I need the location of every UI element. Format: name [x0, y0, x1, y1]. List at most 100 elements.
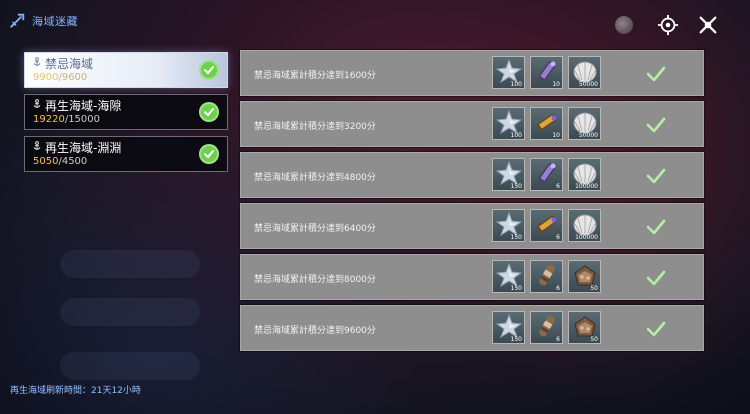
reward-row: 禁忌海域累計積分達到8000分 150 6 50: [240, 254, 704, 300]
item-quantity: 6: [556, 336, 560, 343]
item-quantity: 150: [510, 285, 522, 292]
reward-item[interactable]: 150: [492, 311, 525, 344]
item-quantity: 10: [552, 132, 560, 139]
item-quantity: 50: [590, 285, 598, 292]
gold-scroll-icon: [537, 113, 557, 131]
anchor-icon: [33, 57, 41, 66]
zone-name: 禁忌海域: [45, 57, 94, 71]
zone-tab[interactable]: 禁忌海域 9900/9600: [24, 52, 228, 88]
zone-name: 再生海域-海隙: [45, 99, 122, 113]
item-quantity: 50: [590, 336, 598, 343]
reward-requirement: 禁忌海域累計積分達到4800分: [254, 173, 376, 183]
item-quantity: 50000: [578, 81, 598, 88]
gold-scroll-icon: [537, 215, 557, 233]
completed-check-icon: [199, 144, 219, 164]
reward-item[interactable]: 50: [568, 311, 601, 344]
ore-chest-icon: [574, 316, 596, 337]
background-ghost-menu: [60, 352, 200, 380]
reward-item[interactable]: 50000: [568, 107, 601, 140]
reward-requirement: 禁忌海域累計積分達到8000分: [254, 275, 376, 285]
star-shard-icon: [496, 263, 522, 287]
reward-item[interactable]: 10: [530, 56, 563, 89]
claimed-check-icon: [646, 66, 666, 82]
zone-score: 9900/9600: [33, 72, 87, 83]
anchor-icon: [33, 99, 41, 108]
item-quantity: 150: [510, 183, 522, 190]
zone-score: 19220/15000: [33, 114, 100, 125]
reward-item[interactable]: 10: [530, 107, 563, 140]
reward-row: 禁忌海域累計積分達到1600分 100 10 50000: [240, 50, 704, 96]
zone-tab[interactable]: 再生海域-海隙 19220/15000: [24, 94, 228, 130]
zone-tab[interactable]: 再生海域-淵淵 5050/4500: [24, 136, 228, 172]
item-quantity: 6: [556, 285, 560, 292]
shell-icon: [573, 61, 597, 83]
reward-requirement: 禁忌海域累計積分達到1600分: [254, 71, 376, 81]
claimed-check-icon: [646, 321, 666, 337]
item-quantity: 150: [510, 234, 522, 241]
reward-item[interactable]: 100000: [568, 158, 601, 191]
close-button[interactable]: [696, 13, 720, 37]
item-quantity: 100: [510, 132, 522, 139]
reward-requirement: 禁忌海域累計積分達到9600分: [254, 326, 376, 336]
page-title: 海域迷藏: [32, 15, 78, 28]
zone-score-current: 19220: [33, 114, 65, 125]
shell-icon: [573, 112, 597, 134]
anchor-icon: [33, 141, 41, 150]
item-quantity: 6: [556, 183, 560, 190]
star-shard-icon: [496, 314, 522, 338]
window-header: 海域迷藏: [8, 12, 78, 30]
item-quantity: 10: [552, 81, 560, 88]
background-ghost-menu: [60, 298, 200, 326]
item-quantity: 6: [556, 234, 560, 241]
reward-item[interactable]: 150: [492, 158, 525, 191]
reward-item[interactable]: 6: [530, 209, 563, 242]
target-button[interactable]: [656, 13, 680, 37]
claimed-check-icon: [646, 168, 666, 184]
reward-item[interactable]: 50: [568, 260, 601, 293]
zone-score-current: 5050: [33, 156, 59, 167]
purple-scroll-icon: [538, 61, 556, 81]
zone-score-goal: 15000: [68, 114, 100, 125]
star-shard-icon: [496, 110, 522, 134]
reward-item[interactable]: 6: [530, 311, 563, 344]
item-quantity: 100: [510, 81, 522, 88]
completed-check-icon: [199, 102, 219, 122]
item-quantity: 50000: [578, 132, 598, 139]
reward-item[interactable]: 150: [492, 209, 525, 242]
refresh-timer: 再生海域刷新時間：21天12小時: [10, 386, 141, 396]
star-shard-icon: [496, 59, 522, 83]
reward-row: 禁忌海域累計積分達到4800分 150 6 100000: [240, 152, 704, 198]
item-quantity: 100000: [575, 183, 598, 190]
close-icon: [699, 16, 717, 34]
reward-item[interactable]: 100000: [568, 209, 601, 242]
zone-score-current: 9900: [33, 72, 59, 83]
reward-item[interactable]: 6: [530, 260, 563, 293]
completed-check-icon: [199, 60, 219, 80]
shell-icon: [573, 163, 597, 185]
reward-item[interactable]: 100: [492, 56, 525, 89]
star-shard-icon: [496, 212, 522, 236]
reward-row: 禁忌海域累計積分達到6400分 150 6 100000: [240, 203, 704, 249]
background-ghost-menu: [60, 250, 200, 278]
reward-item[interactable]: 6: [530, 158, 563, 191]
item-quantity: 100000: [575, 234, 598, 241]
purple-scroll-icon: [538, 163, 556, 183]
claimed-check-icon: [646, 270, 666, 286]
crosshair-icon: [657, 14, 679, 36]
reward-row: 禁忌海域累計積分達到3200分 100 10 50000: [240, 101, 704, 147]
reward-item[interactable]: 100: [492, 107, 525, 140]
claimed-check-icon: [646, 117, 666, 133]
reward-requirement: 禁忌海域累計積分達到3200分: [254, 122, 376, 132]
zone-score-goal: 9600: [61, 72, 88, 83]
reward-requirement: 禁忌海域累計積分達到6400分: [254, 224, 376, 234]
zone-score-goal: 4500: [61, 156, 88, 167]
zone-score: 5050/4500: [33, 156, 87, 167]
canister-icon: [539, 315, 555, 337]
trident-logo-icon: [10, 13, 25, 28]
reward-item[interactable]: 50000: [568, 56, 601, 89]
star-shard-icon: [496, 161, 522, 185]
ore-chest-icon: [574, 265, 596, 286]
canister-icon: [539, 264, 555, 286]
shell-icon: [573, 214, 597, 236]
reward-item[interactable]: 150: [492, 260, 525, 293]
